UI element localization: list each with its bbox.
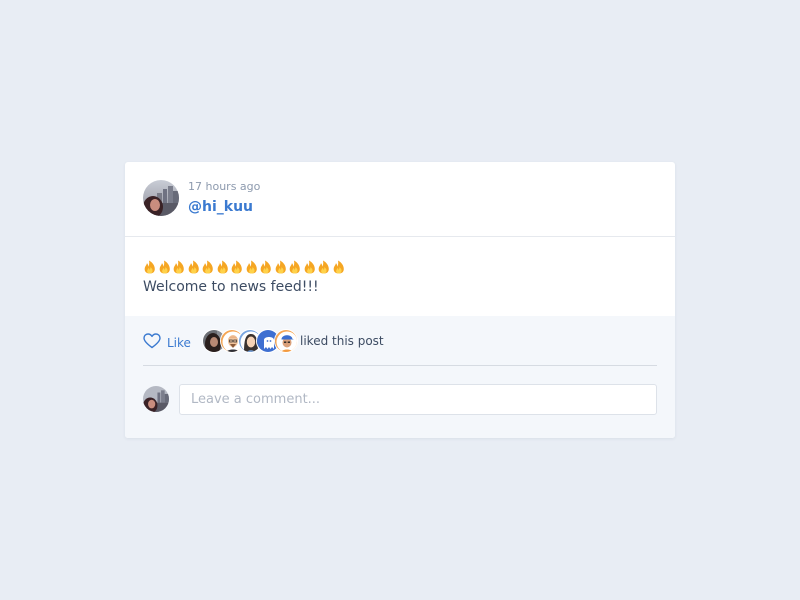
fire-emoji-icon	[332, 259, 346, 274]
post-timestamp: 17 hours ago	[188, 180, 261, 193]
comment-row	[143, 384, 657, 416]
author-username[interactable]: @hi_kuu	[188, 199, 253, 215]
fire-emoji-icon	[288, 259, 302, 274]
post-message: Welcome to news feed!!!	[143, 279, 319, 295]
author-avatar[interactable]	[143, 180, 179, 216]
post-header: 17 hours ago @hi_kuu	[125, 162, 675, 237]
liked-this-post-text: liked this post	[300, 334, 384, 348]
post-card: 17 hours ago @hi_kuu Welcome to news fee…	[125, 162, 675, 438]
cap-man-avatar[interactable]	[274, 329, 298, 353]
fire-emoji-icon	[245, 259, 259, 274]
fire-emoji-icon	[158, 259, 172, 274]
fire-emoji-icon	[317, 259, 331, 274]
post-footer: Like liked this post Leave a comment...	[125, 316, 675, 438]
fire-emoji-icon	[187, 259, 201, 274]
fire-emoji-icon	[303, 259, 317, 274]
like-row: Like liked this post	[143, 316, 657, 366]
like-label: Like	[167, 336, 191, 350]
like-button[interactable]: Like	[143, 333, 191, 353]
heart-icon	[143, 333, 161, 353]
fire-emoji-icon	[259, 259, 273, 274]
fire-emoji-icon	[216, 259, 230, 274]
fire-emoji-icon	[201, 259, 215, 274]
fire-emoji-icon	[274, 259, 288, 274]
fire-emoji-icon	[230, 259, 244, 274]
fire-emoji-icon	[172, 259, 186, 274]
liker-avatars	[202, 329, 298, 353]
fire-emoji-icon	[143, 259, 157, 274]
fire-emoji-row	[143, 259, 346, 274]
post-body: Welcome to news feed!!!	[125, 237, 675, 316]
current-user-avatar	[143, 386, 169, 412]
comment-input[interactable]	[179, 384, 657, 415]
